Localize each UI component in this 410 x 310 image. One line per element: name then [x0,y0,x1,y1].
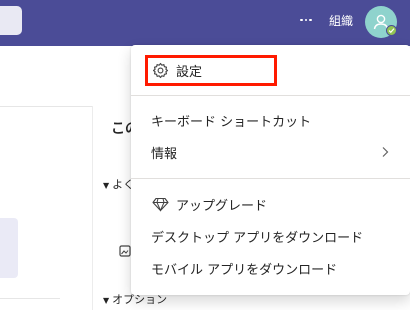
menu-item-mobile-app[interactable]: モバイル アプリをダウンロード [131,253,410,283]
more-dot-icon [300,18,303,22]
diamond-icon [151,195,169,213]
section-header-frequent[interactable]: ▼ よく [103,176,131,192]
org-label[interactable]: 組織 [329,12,353,29]
menu-item-label: キーボード ショートカット [151,114,312,130]
more-options-button[interactable] [295,9,317,31]
left-pane [0,106,92,310]
section-label: よく [112,178,131,191]
menu-divider [131,95,410,96]
profile-menu: 設定 キーボード ショートカット 情報 アップグレード デスクトップ アプリをダ… [131,45,410,295]
menu-item-keyboard-shortcuts[interactable]: キーボード ショートカット [131,105,410,135]
highlight-box [145,55,277,86]
chevron-right-icon [382,147,389,157]
menu-divider [131,178,410,179]
left-divider [0,298,60,299]
caret-down-icon: ▼ [103,296,110,305]
more-dot-icon [304,18,308,22]
panel-title: この [111,121,131,137]
pane-divider [92,106,93,310]
menu-item-desktop-app[interactable]: デスクトップ アプリをダウンロード [131,221,410,251]
check-icon [388,28,395,34]
more-dot-icon [309,18,312,22]
image-icon [119,245,131,257]
search-box[interactable] [0,6,22,35]
left-card[interactable] [0,218,18,278]
presence-badge [386,25,397,36]
top-header-bar: 組織 [0,0,410,46]
menu-item-label: 情報 [151,146,178,162]
menu-item-label: アップグレード [176,198,268,214]
caret-down-icon: ▼ [103,181,110,190]
menu-item-info[interactable]: 情報 [131,137,410,167]
menu-item-upgrade[interactable]: アップグレード [131,189,410,219]
menu-item-label: モバイル アプリをダウンロード [151,262,338,278]
menu-item-label: デスクトップ アプリをダウンロード [151,230,364,246]
